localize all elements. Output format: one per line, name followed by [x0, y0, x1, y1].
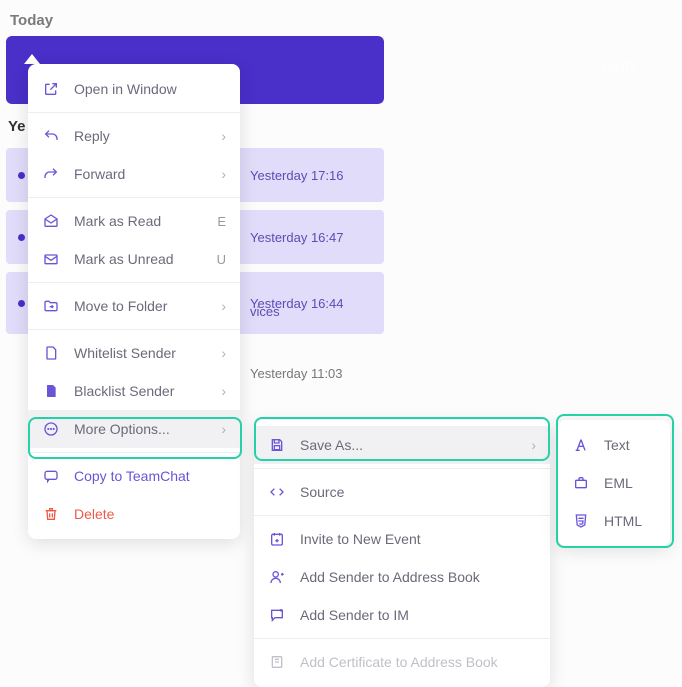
ellipsis-circle-icon [42, 421, 60, 437]
menu-label: Copy to TeamChat [74, 468, 226, 484]
menu-separator [28, 329, 240, 330]
menu-forward[interactable]: Forward › [28, 155, 240, 193]
chevron-right-icon: › [221, 421, 226, 437]
menu-shortcut: E [217, 214, 226, 229]
certificate-icon [268, 654, 286, 670]
person-plus-icon [268, 569, 286, 585]
unread-dot-icon [18, 234, 25, 241]
menu-label: EML [604, 475, 656, 491]
menu-label: HTML [604, 513, 656, 529]
menu-save-eml[interactable]: EML [558, 464, 670, 502]
menu-separator [28, 197, 240, 198]
menu-label: Move to Folder [74, 298, 221, 314]
menu-label: More Options... [74, 421, 221, 437]
page-filled-icon [42, 383, 60, 399]
chevron-right-icon: › [221, 166, 226, 182]
selected-message-time: 00:07 [603, 60, 636, 75]
chat-bubble-icon [42, 468, 60, 484]
menu-label: Save As... [300, 437, 531, 453]
menu-label: Reply [74, 128, 221, 144]
chevron-right-icon: › [221, 298, 226, 314]
menu-label: Invite to New Event [300, 531, 536, 547]
save-icon [268, 437, 286, 453]
menu-label: Blacklist Sender [74, 383, 221, 399]
calendar-plus-icon [268, 531, 286, 547]
unread-dot-icon [18, 300, 25, 307]
context-menu: Open in Window Reply › Forward › Mark as… [28, 64, 240, 539]
menu-whitelist-sender[interactable]: Whitelist Sender › [28, 334, 240, 372]
menu-open-in-window[interactable]: Open in Window [28, 70, 240, 108]
trash-icon [42, 506, 60, 522]
menu-invite-new-event[interactable]: Invite to New Event [254, 520, 550, 558]
chat-plus-icon [268, 607, 286, 623]
section-yesterday: Ye [8, 118, 26, 135]
menu-separator [28, 112, 240, 113]
code-icon [268, 484, 286, 500]
menu-reply[interactable]: Reply › [28, 117, 240, 155]
more-options-submenu: Save As... › Source Invite to New Event … [254, 420, 550, 687]
menu-label: Open in Window [74, 81, 226, 97]
menu-more-options[interactable]: More Options... › [28, 410, 240, 448]
menu-blacklist-sender[interactable]: Blacklist Sender › [28, 372, 240, 410]
chevron-right-icon: › [221, 128, 226, 144]
menu-save-text[interactable]: Text [558, 426, 670, 464]
chevron-right-icon: › [531, 437, 536, 453]
menu-separator [254, 515, 550, 516]
menu-add-certificate: Add Certificate to Address Book [254, 643, 550, 681]
menu-copy-to-teamchat[interactable]: Copy to TeamChat [28, 457, 240, 495]
menu-separator [28, 452, 240, 453]
menu-label: Forward [74, 166, 221, 182]
unread-dot-icon [18, 172, 25, 179]
menu-source[interactable]: Source [254, 473, 550, 511]
forward-icon [42, 166, 60, 182]
folder-move-icon [42, 298, 60, 314]
section-today: Today [10, 12, 53, 29]
message-time: Yesterday 17:16 [250, 168, 343, 183]
menu-label: Add Certificate to Address Book [300, 654, 536, 670]
chevron-right-icon: › [221, 383, 226, 399]
html5-icon [572, 513, 590, 529]
briefcase-icon [572, 475, 590, 491]
message-time: Yesterday 16:47 [250, 230, 343, 245]
reply-icon [42, 128, 60, 144]
message-time: Yesterday 11:03 [250, 366, 343, 381]
text-icon [572, 437, 590, 453]
menu-label: Add Sender to Address Book [300, 569, 536, 585]
menu-separator [254, 468, 550, 469]
menu-label: Add Sender to IM [300, 607, 536, 623]
menu-shortcut: U [217, 252, 226, 267]
menu-add-sender-address-book[interactable]: Add Sender to Address Book [254, 558, 550, 596]
envelope-icon [42, 251, 60, 267]
envelope-open-icon [42, 213, 60, 229]
menu-label: Text [604, 437, 656, 453]
message-subject: vices [250, 304, 280, 319]
chevron-right-icon: › [221, 345, 226, 361]
menu-mark-as-read[interactable]: Mark as Read E [28, 202, 240, 240]
menu-label: Mark as Unread [74, 251, 209, 267]
menu-label: Whitelist Sender [74, 345, 221, 361]
menu-mark-as-unread[interactable]: Mark as Unread U [28, 240, 240, 278]
menu-separator [254, 638, 550, 639]
menu-label: Mark as Read [74, 213, 209, 229]
menu-label: Source [300, 484, 536, 500]
save-as-submenu: Text EML HTML [558, 420, 670, 546]
menu-save-as[interactable]: Save As... › [254, 426, 550, 464]
menu-separator [28, 282, 240, 283]
menu-move-to-folder[interactable]: Move to Folder › [28, 287, 240, 325]
context-menu-pointer [24, 54, 40, 64]
external-link-icon [42, 81, 60, 97]
menu-add-sender-im[interactable]: Add Sender to IM [254, 596, 550, 634]
page-icon [42, 345, 60, 361]
menu-delete[interactable]: Delete [28, 495, 240, 533]
menu-label: Delete [74, 506, 226, 522]
menu-save-html[interactable]: HTML [558, 502, 670, 540]
